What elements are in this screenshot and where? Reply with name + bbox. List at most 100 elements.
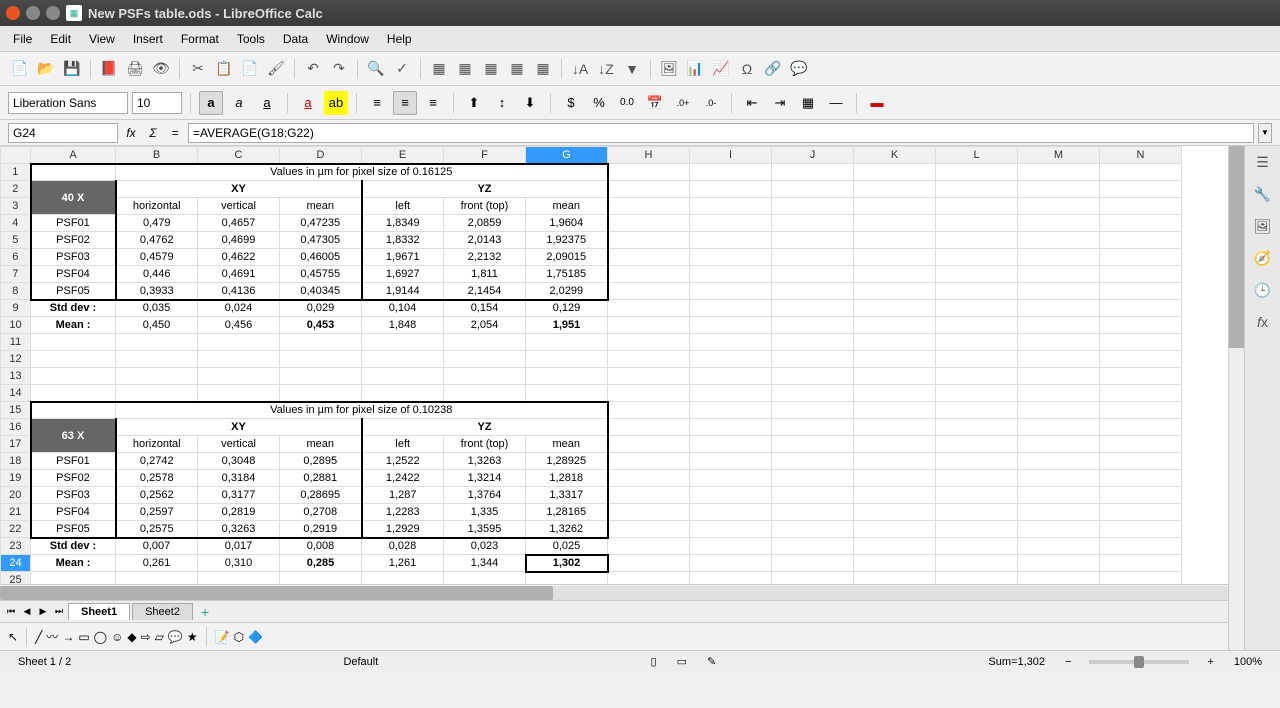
cell[interactable] <box>936 300 1018 317</box>
cell[interactable] <box>854 521 936 538</box>
cell[interactable]: 0,40345 <box>280 283 362 300</box>
row-header[interactable]: 19 <box>1 470 31 487</box>
add-sheet-button[interactable]: + <box>195 604 215 620</box>
cell[interactable] <box>772 181 854 198</box>
cell[interactable] <box>854 487 936 504</box>
cell[interactable] <box>936 249 1018 266</box>
cell[interactable] <box>280 351 362 368</box>
stars-tool[interactable]: ★ <box>187 630 198 644</box>
menu-tools[interactable]: Tools <box>229 28 273 50</box>
sidebar-wrench-icon[interactable]: 🔧 <box>1251 182 1275 206</box>
number-button[interactable]: 0.0 <box>615 91 639 115</box>
cell[interactable] <box>1018 351 1100 368</box>
cell[interactable]: 0,023 <box>444 538 526 555</box>
sum-button[interactable]: Σ <box>144 124 162 142</box>
horizontal-scrollbar[interactable] <box>0 584 1228 600</box>
cell[interactable]: 0,450 <box>116 317 198 334</box>
function-wizard-button[interactable]: fx <box>122 124 140 142</box>
row-header[interactable]: 3 <box>1 198 31 215</box>
cell[interactable]: 0,3933 <box>116 283 198 300</box>
row-header[interactable]: 11 <box>1 334 31 351</box>
cell[interactable] <box>1018 385 1100 402</box>
cell[interactable]: front (top) <box>444 198 526 215</box>
cell[interactable]: 0,029 <box>280 300 362 317</box>
cell[interactable] <box>444 351 526 368</box>
cell[interactable] <box>854 300 936 317</box>
cell[interactable]: 0,45755 <box>280 266 362 283</box>
cell[interactable] <box>936 453 1018 470</box>
window-maximize-button[interactable] <box>46 6 60 20</box>
window-minimize-button[interactable] <box>26 6 40 20</box>
menu-file[interactable]: File <box>5 28 40 50</box>
cell[interactable] <box>362 334 444 351</box>
cell[interactable] <box>116 351 198 368</box>
row-header[interactable]: 2 <box>1 181 31 198</box>
cell[interactable]: 0,2578 <box>116 470 198 487</box>
cell[interactable] <box>772 351 854 368</box>
tab-next-button[interactable]: ▶ <box>36 605 50 619</box>
row-header[interactable]: 24 <box>1 555 31 572</box>
cell[interactable] <box>1018 436 1100 453</box>
cell[interactable] <box>1100 334 1182 351</box>
cell[interactable] <box>854 317 936 334</box>
cell[interactable] <box>936 317 1018 334</box>
cell[interactable] <box>608 215 690 232</box>
paste-button[interactable]: 📄 <box>238 57 262 81</box>
cell[interactable] <box>1100 249 1182 266</box>
cell[interactable]: 0,2562 <box>116 487 198 504</box>
cell[interactable]: 0,4622 <box>198 249 280 266</box>
row-header[interactable]: 9 <box>1 300 31 317</box>
cell[interactable]: XY <box>116 181 362 198</box>
formula-expand-button[interactable]: ▼ <box>1258 123 1272 143</box>
date-button[interactable]: 📅 <box>643 91 667 115</box>
sidebar-functions-icon[interactable]: fx <box>1251 310 1275 334</box>
sidebar-styles-icon[interactable]: 🕒 <box>1251 278 1275 302</box>
cell[interactable] <box>608 300 690 317</box>
cell[interactable] <box>31 402 116 419</box>
status-selection-mode[interactable]: ▭ <box>667 655 697 668</box>
cell[interactable]: PSF03 <box>31 487 116 504</box>
col-header-M[interactable]: M <box>1018 147 1100 164</box>
cell[interactable]: PSF01 <box>31 215 116 232</box>
cut-button[interactable]: ✂ <box>186 57 210 81</box>
cell[interactable] <box>116 368 198 385</box>
cell[interactable] <box>526 368 608 385</box>
cell[interactable]: 2,0143 <box>444 232 526 249</box>
row-header[interactable]: 23 <box>1 538 31 555</box>
cell[interactable] <box>854 283 936 300</box>
cell[interactable] <box>936 334 1018 351</box>
cell[interactable] <box>690 436 772 453</box>
cell[interactable] <box>1100 266 1182 283</box>
cell[interactable] <box>690 538 772 555</box>
cell[interactable] <box>854 164 936 181</box>
cell[interactable]: 0,47235 <box>280 215 362 232</box>
percent-button[interactable]: % <box>587 91 611 115</box>
cell[interactable] <box>936 470 1018 487</box>
cell[interactable] <box>608 266 690 283</box>
sheet-tab-2[interactable]: Sheet2 <box>132 603 193 620</box>
cell[interactable]: 1,92375 <box>526 232 608 249</box>
conditional-format-button[interactable]: ▬ <box>865 91 889 115</box>
cell[interactable] <box>772 249 854 266</box>
add-decimal-button[interactable]: .0+ <box>671 91 695 115</box>
cell[interactable]: 1,9671 <box>362 249 444 266</box>
cell[interactable] <box>772 419 854 436</box>
cell[interactable] <box>608 368 690 385</box>
cell[interactable] <box>690 300 772 317</box>
sheet-tab-1[interactable]: Sheet1 <box>68 603 130 620</box>
cell[interactable] <box>280 385 362 402</box>
cell[interactable] <box>690 385 772 402</box>
decrease-indent-button[interactable]: ⇤ <box>740 91 764 115</box>
spreadsheet-grid[interactable]: A B C D E F G H I J K L M N 1 <box>0 146 1228 584</box>
cell[interactable] <box>690 334 772 351</box>
rectangle-tool[interactable]: ▭ <box>78 630 89 644</box>
cell[interactable] <box>772 453 854 470</box>
cell[interactable] <box>854 334 936 351</box>
row-header[interactable]: 8 <box>1 283 31 300</box>
cell[interactable]: 0,2742 <box>116 453 198 470</box>
cell[interactable] <box>854 419 936 436</box>
cell[interactable] <box>608 317 690 334</box>
cell[interactable]: 0,47305 <box>280 232 362 249</box>
cell[interactable] <box>1018 368 1100 385</box>
cell[interactable]: 2,0299 <box>526 283 608 300</box>
